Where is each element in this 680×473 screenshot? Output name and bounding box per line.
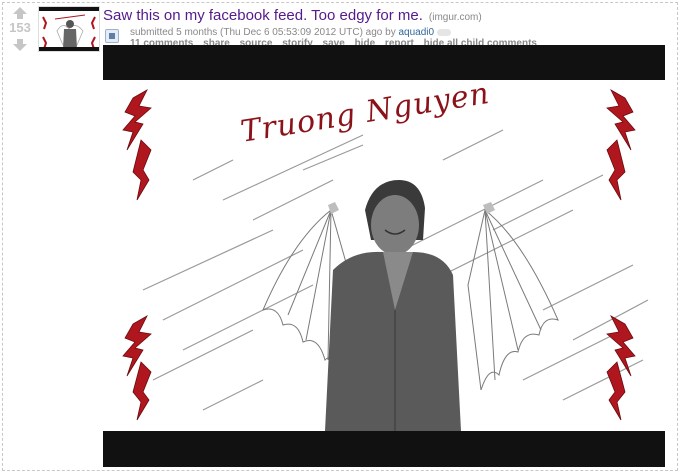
post-title[interactable]: Saw this on my facebook feed. Too edgy f…: [103, 7, 423, 24]
author-link[interactable]: aquadi0: [398, 27, 434, 38]
expanded-image[interactable]: Truong Nguyen: [103, 45, 665, 467]
tagline: submitted 5 months (Thu Dec 6 05:53:09 2…: [130, 27, 452, 38]
friend-pill-icon[interactable]: [437, 28, 452, 36]
post-domain[interactable]: (imgur.com): [429, 12, 482, 23]
post: 153 Saw this on my facebook feed. Too ed…: [2, 2, 678, 471]
tagline-text: submitted 5 months (Thu Dec 6 05:53:09 2…: [130, 27, 396, 38]
up-arrow-icon[interactable]: [13, 7, 27, 19]
image-artwork: [103, 80, 665, 431]
thumbnail-band-top: [39, 7, 99, 11]
thumbnail[interactable]: [38, 6, 100, 52]
down-arrow-icon[interactable]: [13, 39, 27, 51]
score: 153: [9, 20, 31, 35]
image-band-top: [103, 45, 665, 80]
title-row: Saw this on my facebook feed. Too edgy f…: [103, 6, 673, 26]
thumbnail-band-bottom: [39, 47, 99, 51]
image-band-bottom: [103, 431, 665, 467]
post-info: Saw this on my facebook feed. Too edgy f…: [103, 6, 673, 49]
thumbnail-image: [42, 14, 96, 50]
expando-image-icon[interactable]: [105, 29, 119, 43]
